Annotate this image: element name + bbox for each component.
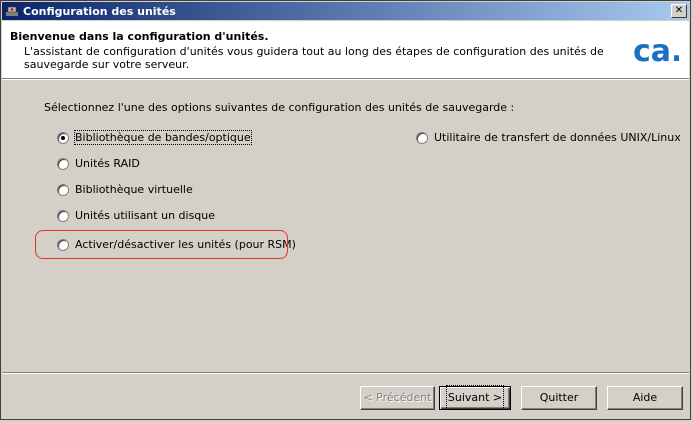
- previous-button-label: < Précédent: [363, 391, 432, 404]
- option-virtual-library[interactable]: Bibliothèque virtuelle: [57, 183, 193, 196]
- option-disk-devices[interactable]: Unités utilisant un disque: [57, 209, 215, 222]
- wizard-header: Bienvenue dans la configuration d'unités…: [2, 21, 689, 79]
- option-label: Bibliothèque de bandes/optique: [74, 130, 252, 145]
- logo-text: ca.: [633, 34, 679, 69]
- app-icon: [6, 6, 18, 16]
- option-label: Unités utilisant un disque: [75, 209, 216, 222]
- radio-button[interactable]: [57, 209, 69, 222]
- close-button[interactable]: ✕: [671, 4, 687, 18]
- footer-separator: [2, 372, 689, 374]
- header-description: L'assistant de configuration d'unités vo…: [24, 45, 604, 71]
- options-prompt: Sélectionnez l'une des options suivantes…: [44, 101, 515, 114]
- ca-logo: ca.: [633, 34, 679, 69]
- radio-button[interactable]: [57, 183, 69, 196]
- radio-button-checked[interactable]: [57, 131, 69, 144]
- option-unix-linux-transfer[interactable]: Utilitaire de transfert de données UNIX/…: [416, 131, 681, 144]
- option-raid[interactable]: Unités RAID: [57, 157, 140, 170]
- title-bar[interactable]: Configuration des unités ✕: [2, 2, 689, 20]
- radio-button[interactable]: [416, 131, 428, 144]
- help-button-label: Aide: [632, 391, 658, 404]
- red-highlight-annotation: [35, 230, 288, 259]
- header-separator: [2, 79, 689, 80]
- next-button[interactable]: Suivant >: [439, 385, 511, 410]
- header-title: Bienvenue dans la configuration d'unités…: [10, 30, 269, 43]
- previous-button[interactable]: < Précédent: [360, 386, 435, 410]
- window-title: Configuration des unités: [23, 4, 176, 18]
- radio-button[interactable]: [57, 157, 69, 170]
- quit-button-label: Quitter: [539, 391, 579, 404]
- close-icon: ✕: [674, 5, 684, 16]
- next-button-label: Suivant >: [445, 385, 505, 410]
- device-configuration-window: Configuration des unités ✕ Bienvenue dan…: [0, 0, 691, 420]
- option-label: Bibliothèque virtuelle: [75, 183, 193, 196]
- quit-button[interactable]: Quitter: [521, 386, 597, 410]
- option-label: Unités RAID: [75, 157, 140, 170]
- option-tape-library[interactable]: Bibliothèque de bandes/optique: [57, 130, 252, 145]
- option-label: Utilitaire de transfert de données UNIX/…: [434, 131, 681, 144]
- help-button[interactable]: Aide: [607, 386, 683, 410]
